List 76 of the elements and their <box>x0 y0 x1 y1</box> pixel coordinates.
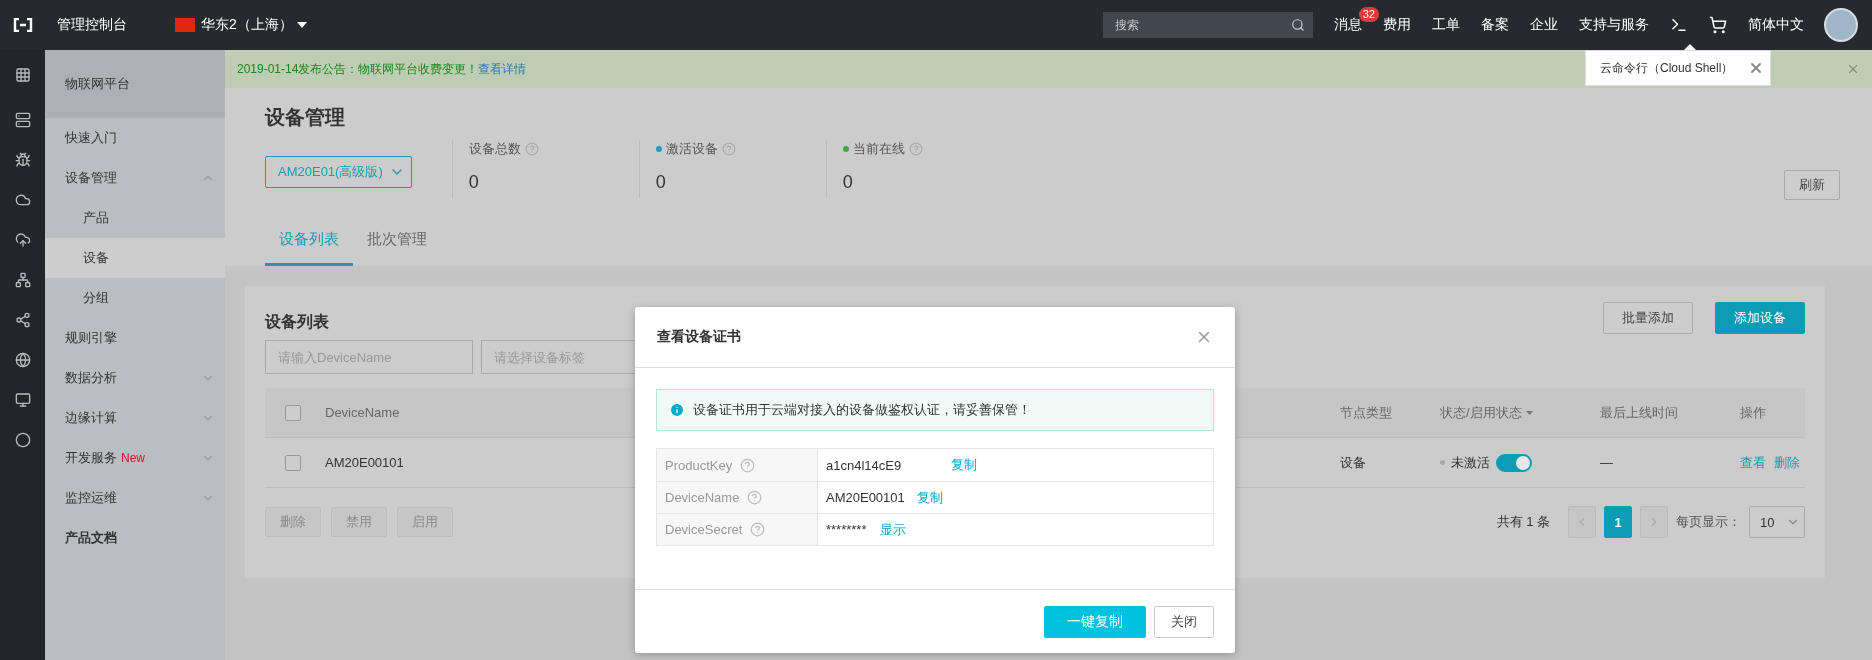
sidebar-label[interactable]: 设备管理 <box>65 169 117 187</box>
column-header: 节点类型 <box>1340 403 1392 422</box>
sidebar-subitem[interactable]: 分组 <box>45 278 225 318</box>
region-selector[interactable]: 华东2（上海） <box>201 16 293 34</box>
field-label: DeviceSecret <box>665 522 743 537</box>
sidebar-item[interactable]: 数据分析 <box>45 358 225 398</box>
new-tag: New <box>121 451 145 465</box>
sidebar-label[interactable]: 数据分析 <box>65 369 117 387</box>
sidebar-item[interactable]: 设备管理 <box>45 158 225 198</box>
page-size-select[interactable]: 10 <box>1749 506 1805 538</box>
flag-icon <box>175 18 195 32</box>
section-title: 设备列表 <box>265 312 329 332</box>
stat-value: 0 <box>842 172 854 193</box>
stat-value: 0 <box>468 172 480 193</box>
console-title[interactable]: 管理控制台 <box>57 16 127 34</box>
nav-link[interactable]: 支持与服务 <box>1579 16 1649 34</box>
table-cell: AM20E00101 <box>325 455 404 470</box>
sidebar-subitem[interactable]: 设备 <box>45 238 225 278</box>
sidebar-item[interactable]: 边缘计算 <box>45 398 225 438</box>
stat-label: 设备总数 <box>468 140 521 158</box>
sidebar-item[interactable]: 产品文档 <box>45 518 225 558</box>
close-button[interactable]: 关闭 <box>1154 605 1214 638</box>
caret-icon <box>1525 410 1533 415</box>
sidebar-label[interactable]: 产品文档 <box>65 529 117 547</box>
page-title: 设备管理 <box>265 105 346 130</box>
field-value: AM20E00101 <box>826 490 905 505</box>
batch-add-button[interactable]: 批量添加 <box>1603 302 1693 334</box>
table-cell: — <box>1600 455 1613 470</box>
nav-link[interactable]: 工单 <box>1432 16 1460 34</box>
stat-value: 0 <box>655 172 667 193</box>
terminal-icon[interactable] <box>1670 16 1688 34</box>
info-icon <box>669 402 685 418</box>
cart-icon[interactable] <box>1709 16 1727 34</box>
table-cell: 设备 <box>1340 453 1366 472</box>
column-header[interactable]: 状态/启用状态 <box>1440 403 1533 422</box>
field-label: ProductKey <box>665 457 733 473</box>
sidebar-label[interactable]: 快速入门 <box>65 129 117 147</box>
sidebar-subitem[interactable]: 产品 <box>45 198 225 238</box>
sidebar-label[interactable]: 规则引擎 <box>65 329 117 347</box>
close-icon[interactable] <box>1748 60 1764 76</box>
sidebar-label[interactable]: 边缘计算 <box>65 409 117 427</box>
sidebar-label[interactable]: 开发服务 <box>65 449 117 467</box>
field-value: ******** <box>826 522 867 537</box>
status-dot <box>1440 460 1445 465</box>
nav-link[interactable]: 企业 <box>1530 16 1558 34</box>
search-field[interactable]: 搜索 <box>1103 12 1313 38</box>
nav-link[interactable]: 备案 <box>1481 16 1509 34</box>
stat-label: 激活设备 <box>665 140 718 158</box>
sidebar-label[interactable]: 监控运维 <box>65 489 117 507</box>
sidebar-item[interactable]: 开发服务 New <box>45 438 225 478</box>
total-count: 共有 1 条 <box>1496 513 1550 531</box>
refresh-button[interactable]: 刷新 <box>1784 170 1840 200</box>
tooltip-text: 云命令行（Cloud Shell） <box>1600 59 1734 77</box>
sidebar-item[interactable]: 规则引擎 <box>45 318 225 358</box>
column-header: 最后上线时间 <box>1600 403 1678 422</box>
language-selector[interactable]: 简体中文 <box>1748 16 1804 34</box>
stat-label: 当前在线 <box>852 140 905 158</box>
search-icon[interactable] <box>1291 18 1305 32</box>
field-value: a1cn4l14cE9 <box>826 457 902 473</box>
caret-icon <box>296 22 307 28</box>
column-header: 操作 <box>1740 403 1766 422</box>
status-text: 未激活 <box>1451 453 1490 472</box>
notice-text: 2019-01-14发布公告：物联网平台收费变更！ <box>237 60 479 78</box>
page-size-label: 每页显示： <box>1676 513 1741 531</box>
avatar[interactable] <box>1824 8 1858 42</box>
checkbox[interactable] <box>285 454 301 471</box>
sidebar-title: 物联网平台 <box>45 50 225 118</box>
field-label: DeviceName <box>665 490 740 505</box>
sidebar-item[interactable]: 监控运维 <box>45 478 225 518</box>
sidebar-item[interactable]: 快速入门 <box>45 118 225 158</box>
nav-link[interactable]: 费用 <box>1383 16 1411 34</box>
info-text: 设备证书用于云端对接入的设备做鉴权认证，请妥善保管！ <box>693 401 1031 419</box>
tab[interactable]: 批次管理 <box>353 216 441 266</box>
toggle-switch[interactable] <box>1496 453 1532 472</box>
checkbox[interactable] <box>285 404 301 421</box>
column-header: DeviceName <box>325 405 400 420</box>
